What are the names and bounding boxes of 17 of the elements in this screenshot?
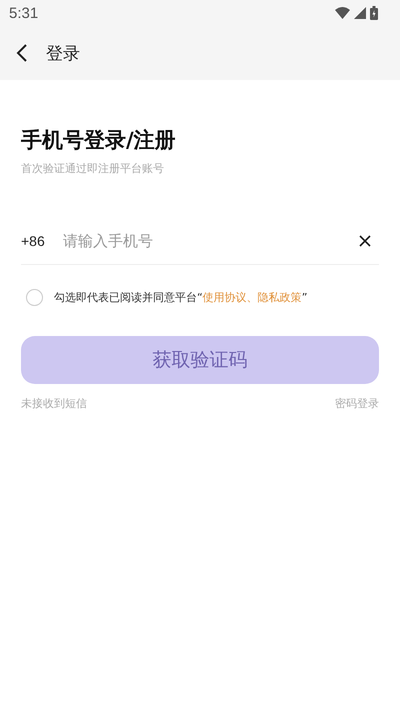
policy-link[interactable]: 隐私政策: [258, 291, 302, 304]
country-code[interactable]: +86: [21, 233, 61, 249]
battery-icon: [370, 6, 378, 20]
policy-link[interactable]: 使用协议: [202, 291, 247, 304]
signal-icon: [354, 7, 366, 19]
footer-link[interactable]: 未接收到短信: [21, 396, 87, 411]
wifi-icon: [335, 7, 350, 19]
login-heading: 手机号登录/注册: [21, 127, 177, 154]
clear-button[interactable]: [357, 233, 373, 249]
status-time: 5:31: [9, 4, 38, 22]
phone-input[interactable]: 请输入手机号: [61, 231, 357, 251]
login-subheading: 首次验证通过即注册平台账号: [21, 161, 165, 176]
page-title: 登录: [46, 42, 80, 64]
footer-link[interactable]: 密码登录: [335, 396, 379, 411]
back-icon[interactable]: [16, 43, 28, 63]
agreement-text: 勾选即代表已阅读并同意平台“使用协议、隐私政策”: [54, 290, 308, 305]
agreement-checkbox[interactable]: [26, 289, 43, 306]
